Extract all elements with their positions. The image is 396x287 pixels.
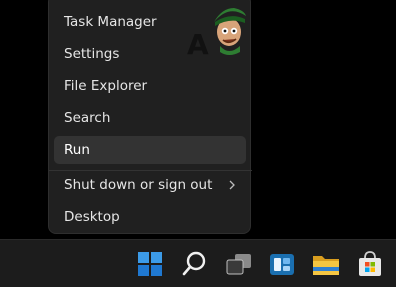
taskbar [0,239,396,287]
menu-item-search[interactable]: Search [54,104,246,132]
menu-item-shut-down[interactable]: Shut down or sign out [54,171,246,199]
task-view-icon[interactable] [223,248,255,280]
microsoft-store-icon[interactable] [354,248,386,280]
menu-item-label: Shut down or sign out [64,177,213,193]
menu-item-label: Desktop [64,209,120,225]
menu-item-label: Run [64,142,90,158]
chevron-right-icon [228,171,236,199]
file-explorer-icon[interactable] [310,248,342,280]
menu-item-run[interactable]: Run [54,136,246,164]
logo-letter: A [187,28,209,58]
widgets-icon[interactable] [266,248,298,280]
menu-item-label: Settings [64,46,120,62]
menu-item-label: Task Manager [64,14,157,30]
menu-item-label: Search [64,110,111,126]
menu-item-label: File Explorer [64,78,148,94]
search-icon[interactable] [179,248,211,280]
windows-start-icon[interactable] [134,248,166,280]
menu-item-desktop[interactable]: Desktop [54,203,246,231]
appuals-logo-watermark: A [184,2,248,61]
menu-item-file-explorer[interactable]: File Explorer [54,72,246,100]
